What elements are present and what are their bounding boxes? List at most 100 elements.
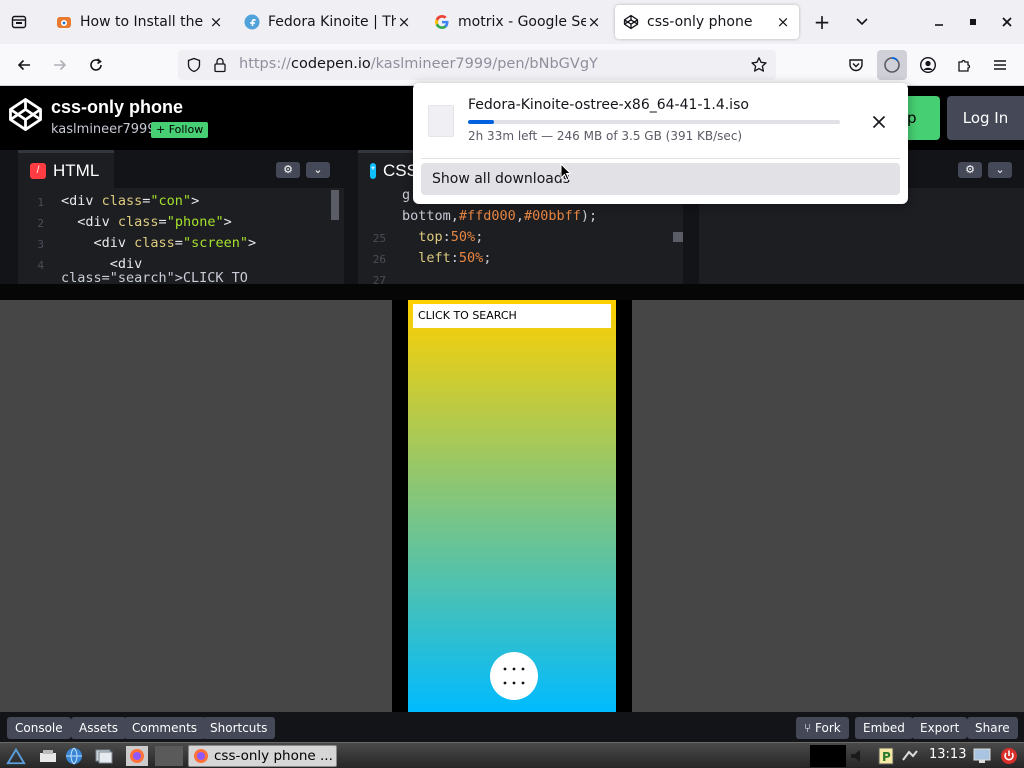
url-bar[interactable]: https://codepen.io/kaslmineer7999/pen/bN…: [178, 50, 776, 80]
chevron-down-icon[interactable]: ⌄: [988, 162, 1012, 178]
follow-button[interactable]: + Follow: [151, 122, 209, 138]
line-numbers: 1 2 3 4: [37, 196, 44, 272]
reload-icon[interactable]: [82, 51, 110, 79]
cancel-download-icon[interactable]: [865, 108, 893, 136]
close-icon[interactable]: ×: [775, 14, 791, 30]
tab-1[interactable]: Fedora Kinoite | The Fedo ×: [236, 5, 420, 39]
gear-icon[interactable]: ⚙: [958, 162, 982, 178]
pocket-icon[interactable]: [842, 51, 870, 79]
html-lang-icon: /: [30, 162, 46, 179]
fork-icon: ⑂: [804, 721, 816, 735]
url-host: codepen.io: [290, 56, 371, 72]
bookmark-star-icon[interactable]: [750, 56, 768, 78]
downloads-icon[interactable]: [877, 50, 907, 80]
assets-button[interactable]: Assets: [71, 717, 127, 739]
show-all-downloads-button[interactable]: Show all downloads: [421, 163, 900, 195]
browser-globe-icon[interactable]: [64, 746, 84, 766]
code-line: left:50%;: [418, 250, 492, 266]
back-icon[interactable]: [10, 51, 38, 79]
downloads-panel: Fedora-Kinoite-ostree-x86_64-41-1.4.iso …: [413, 83, 908, 204]
pen-author-link[interactable]: kaslmineer7999: [51, 122, 156, 137]
css-editor-tab[interactable]: * CSS: [358, 150, 418, 188]
phone-screen: CLICK TO SEARCH: [408, 300, 616, 712]
mouse-cursor-icon: [560, 162, 572, 185]
chevron-down-icon[interactable]: [850, 11, 874, 33]
html-code[interactable]: <div class="con"> <div class="phone"> <d…: [61, 191, 256, 296]
html-editor[interactable]: / HTML ⚙ ⌄ 1 2 3 4 <div class="con"> <di…: [18, 150, 344, 286]
firefox-icon: [193, 748, 209, 764]
taskbar-window-title: css-only phone ...: [214, 748, 333, 764]
svg-text:P: P: [882, 750, 891, 764]
tab-0[interactable]: How to Install the Latest ×: [48, 5, 232, 39]
monitor-icon[interactable]: [972, 746, 992, 766]
firefox-launcher-icon[interactable]: [126, 746, 148, 766]
chevron-down-icon[interactable]: ⌄: [306, 162, 330, 178]
html-editor-tab[interactable]: / HTML: [18, 150, 114, 188]
tab-title: motrix - Google Search: [458, 14, 586, 30]
preview-resizer[interactable]: [0, 284, 1024, 300]
start-menu-icon[interactable]: [6, 746, 26, 766]
editor-scrollbar[interactable]: [673, 232, 683, 242]
gear-icon[interactable]: ⚙: [276, 162, 300, 178]
download-file-name[interactable]: Fedora-Kinoite-ostree-x86_64-41-1.4.iso: [468, 97, 749, 113]
tab-3[interactable]: css-only phone ×: [615, 5, 799, 39]
browser-tab-strip: How to Install the Latest × Fedora Kinoi…: [0, 0, 1024, 44]
clipboard-icon[interactable]: P: [876, 746, 896, 766]
code-line: <div class="phone">: [77, 214, 232, 230]
maximize-icon[interactable]: [962, 11, 984, 33]
codepen-logo-icon[interactable]: [7, 96, 44, 137]
shortcuts-button[interactable]: Shortcuts: [202, 717, 276, 739]
tab-title: Fedora Kinoite | The Fedo: [268, 14, 396, 30]
download-progress-fill: [468, 120, 495, 124]
codepen-icon: [623, 14, 639, 30]
hamburger-menu-icon[interactable]: [986, 51, 1014, 79]
code-line: <div class="con">: [61, 193, 200, 209]
divider: [421, 158, 900, 159]
codepen-footer: Console Assets Comments Shortcuts ⑂ Fork…: [0, 712, 1024, 742]
volume-icon[interactable]: [848, 746, 868, 766]
app-grid-icon[interactable]: [490, 652, 538, 700]
comments-button[interactable]: Comments: [124, 717, 206, 739]
workspace-switcher[interactable]: [155, 746, 183, 766]
tab-2[interactable]: motrix - Google Search ×: [426, 5, 610, 39]
html-editor-label: HTML: [53, 160, 100, 180]
forward-icon[interactable]: [46, 51, 74, 79]
embed-button[interactable]: Embed: [855, 717, 913, 739]
power-icon[interactable]: [999, 746, 1019, 766]
minimize-icon[interactable]: [928, 11, 950, 33]
window-close-icon[interactable]: [996, 11, 1018, 33]
url-text[interactable]: https://codepen.io/kaslmineer7999/pen/bN…: [239, 56, 598, 72]
phone-search-bar[interactable]: CLICK TO SEARCH: [413, 304, 611, 328]
fdroid-icon: [56, 14, 72, 30]
google-icon: [434, 14, 450, 30]
file-manager-icon[interactable]: [94, 746, 114, 766]
navigation-bar: https://codepen.io/kaslmineer7999/pen/bN…: [0, 44, 1024, 86]
code-line: <div class="screen">: [93, 235, 257, 251]
close-icon[interactable]: ×: [396, 14, 412, 30]
network-icon[interactable]: [900, 746, 920, 766]
code-line: top:50%;: [418, 229, 484, 245]
editor-scrollbar[interactable]: [331, 190, 339, 220]
lock-icon[interactable]: [213, 57, 227, 77]
extensions-icon[interactable]: [950, 51, 978, 79]
new-tab-icon[interactable]: +: [810, 10, 834, 34]
os-taskbar: css-only phone ... P 13:13: [0, 742, 1024, 768]
login-button[interactable]: Log In: [947, 96, 1024, 140]
share-button[interactable]: Share: [967, 717, 1018, 739]
firefox-view-icon[interactable]: [8, 11, 30, 33]
account-icon[interactable]: [914, 51, 942, 79]
code-line: bottom,#ffd000,#00bbff);: [402, 208, 598, 224]
console-button[interactable]: Console: [7, 717, 71, 739]
download-status: 2h 33m left — 246 MB of 3.5 GB (391 KB/s…: [468, 129, 743, 143]
show-desktop-icon[interactable]: [38, 746, 58, 766]
fork-button[interactable]: ⑂ Fork: [796, 717, 849, 739]
system-clock[interactable]: 13:13: [929, 747, 966, 762]
export-button[interactable]: Export: [912, 717, 968, 739]
close-icon[interactable]: ×: [208, 14, 224, 30]
download-progress-bar: [468, 120, 840, 124]
shield-icon[interactable]: [186, 57, 202, 77]
fork-label: Fork: [815, 721, 841, 735]
close-icon[interactable]: ×: [586, 14, 602, 30]
taskbar-window-firefox[interactable]: css-only phone ...: [188, 745, 337, 767]
code-line: g: [402, 187, 411, 203]
